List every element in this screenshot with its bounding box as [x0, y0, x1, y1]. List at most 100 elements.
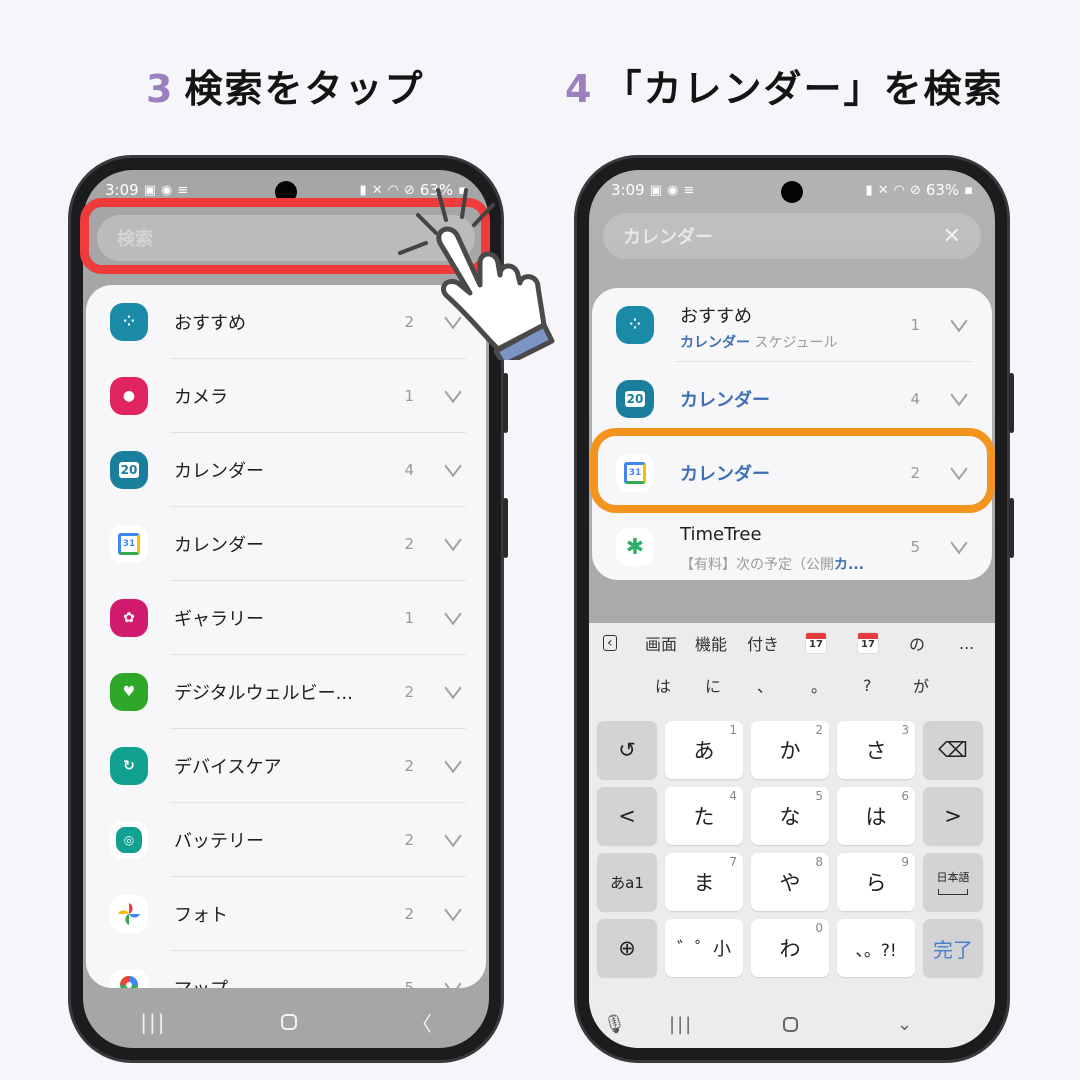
step-3-title: 3 検索をタップ — [146, 58, 424, 113]
result-item[interactable]: ♥ デジタルウェルビー... 2 — [86, 655, 486, 729]
samsung-calendar-icon: 20 — [616, 380, 654, 418]
back-button[interactable]: 〈 — [412, 1008, 432, 1037]
chevron-down-icon[interactable] — [950, 531, 968, 555]
suggestion[interactable]: 、 — [757, 673, 773, 697]
input-mode-key[interactable]: あa1 — [597, 853, 657, 911]
result-label: おすすめ — [174, 313, 246, 334]
chevron-down-icon[interactable] — [444, 528, 462, 552]
chevron-down-icon[interactable] — [444, 380, 462, 404]
suggestion[interactable]: ? — [863, 676, 872, 695]
phone-right: 3:09 ▣ ◉ ≡ ▮ ✕ ◠ ⊘ 63% ▪ カレンダー ✕ ⁘ おすすめ — [574, 155, 1014, 1063]
key-number: 3 — [901, 723, 909, 737]
done-key[interactable]: 完了 — [923, 919, 983, 977]
suggestion[interactable]: 付き — [747, 631, 779, 655]
result-label: ギャラリー — [174, 609, 264, 630]
front-camera — [781, 181, 803, 203]
key-label: な — [779, 805, 801, 829]
chevron-down-icon[interactable] — [444, 824, 462, 848]
home-button[interactable] — [281, 1014, 298, 1030]
result-item[interactable]: フォト 2 — [86, 877, 486, 951]
result-item[interactable]: ● カメラ 1 — [86, 359, 486, 433]
calendar-emoji-icon[interactable]: 17 — [857, 632, 879, 654]
globe-key[interactable]: ⊕ — [597, 919, 657, 977]
google-photos-icon — [110, 895, 148, 933]
chevron-down-icon[interactable] — [444, 972, 462, 988]
key-ma[interactable]: ま7 — [665, 853, 743, 911]
recents-button[interactable]: ||| — [669, 1014, 693, 1035]
key-label: わ — [779, 937, 801, 961]
result-count: 2 — [404, 757, 414, 775]
result-item[interactable]: マップ 5 — [86, 951, 486, 988]
suggestion[interactable]: に — [705, 673, 721, 697]
google-calendar-icon: 31 — [110, 525, 148, 563]
backspace-key[interactable]: ⌫ — [923, 721, 983, 779]
space-label: 日本語 — [936, 871, 970, 884]
key-punctuation[interactable]: 、。?! — [837, 919, 915, 977]
key-number: 6 — [901, 789, 909, 803]
phone-screen: 3:09 ▣ ◉ ≡ ▮ ✕ ◠ ⊘ 63% ▪ カレンダー ✕ ⁘ おすすめ — [589, 170, 995, 1048]
result-item[interactable]: 31 カレンダー 2 — [86, 507, 486, 581]
battery-level: 63% — [925, 181, 960, 199]
recents-button[interactable]: ||| — [140, 1010, 166, 1034]
key-ha[interactable]: は6 — [837, 787, 915, 845]
key-a[interactable]: あ1 — [665, 721, 743, 779]
suggestion[interactable]: の — [909, 631, 925, 655]
result-subtitle: 【有料】次の予定（公開カ... — [680, 554, 864, 574]
more-suggestions-button[interactable]: ... — [959, 634, 974, 653]
result-item[interactable]: ◎ バッテリー 2 — [86, 803, 486, 877]
sync-icon: ◉ — [160, 182, 173, 198]
undo-key[interactable]: ↺ — [597, 721, 657, 779]
image-icon: ▣ — [649, 182, 662, 198]
suggestion-bar: ‹ 画面 機能 付き 17 17 の ... — [589, 623, 995, 663]
step-title-text: 「カレンダー」を検索 — [603, 67, 1004, 111]
key-label: 、。?! — [855, 940, 897, 961]
suggestion[interactable]: が — [913, 673, 929, 697]
key-na[interactable]: な5 — [751, 787, 829, 845]
chevron-down-icon[interactable] — [950, 309, 968, 333]
suggestion[interactable]: 画面 — [645, 631, 677, 655]
key-label: あ — [693, 739, 715, 763]
key-dakuten[interactable]: ゛゜小 — [665, 919, 743, 977]
chevron-down-icon[interactable] — [950, 383, 968, 407]
key-ra[interactable]: ら9 — [837, 853, 915, 911]
suggestion[interactable]: 。 — [811, 673, 827, 697]
result-label: カレンダー — [174, 461, 264, 482]
battery-saver-icon: ▮ — [865, 182, 873, 198]
key-ya[interactable]: や8 — [751, 853, 829, 911]
result-item[interactable]: ⁘ おすすめ カレンダー スケジュール 1 — [592, 288, 992, 362]
space-key[interactable]: 日本語 — [923, 853, 983, 911]
result-item[interactable]: 20 カレンダー 4 — [86, 433, 486, 507]
suggestion[interactable]: は — [655, 673, 671, 697]
cursor-right-key[interactable]: > — [923, 787, 983, 845]
key-sa[interactable]: さ3 — [837, 721, 915, 779]
chevron-down-icon[interactable] — [444, 602, 462, 626]
collapse-icon[interactable]: ‹ — [603, 635, 617, 651]
result-item[interactable]: ✱ TimeTree 【有料】次の予定（公開カ... 5 — [592, 510, 992, 580]
key-ta[interactable]: た4 — [665, 787, 743, 845]
chevron-down-icon[interactable] — [444, 676, 462, 700]
key-label: た — [693, 805, 715, 829]
cursor-left-key[interactable]: < — [597, 787, 657, 845]
home-button[interactable] — [783, 1016, 798, 1032]
result-subtitle: カレンダー スケジュール — [680, 332, 837, 352]
result-label: マップ — [174, 975, 228, 988]
key-label: さ — [865, 739, 887, 763]
chevron-down-icon[interactable] — [444, 750, 462, 774]
search-input[interactable]: カレンダー ✕ — [603, 213, 981, 259]
battery-saver-icon: ▮ — [359, 182, 367, 198]
result-label: バッテリー — [174, 831, 264, 852]
chevron-down-icon[interactable] — [444, 454, 462, 478]
result-item[interactable]: 20 カレンダー 4 — [592, 362, 992, 436]
key-ka[interactable]: か2 — [751, 721, 829, 779]
key-label: か — [779, 739, 801, 763]
clear-icon[interactable]: ✕ — [943, 224, 961, 249]
hide-keyboard-button[interactable]: ⌄ — [897, 1014, 912, 1035]
calendar-emoji-icon[interactable]: 17 — [805, 632, 827, 654]
result-item[interactable]: ✿ ギャラリー 1 — [86, 581, 486, 655]
result-item[interactable]: ↻ デバイスケア 2 — [86, 729, 486, 803]
mic-icon[interactable]: 🎙 — [603, 1014, 626, 1035]
sync-icon: ◉ — [666, 182, 679, 198]
suggestion[interactable]: 機能 — [695, 631, 727, 655]
key-wa[interactable]: わ0 — [751, 919, 829, 977]
chevron-down-icon[interactable] — [444, 898, 462, 922]
